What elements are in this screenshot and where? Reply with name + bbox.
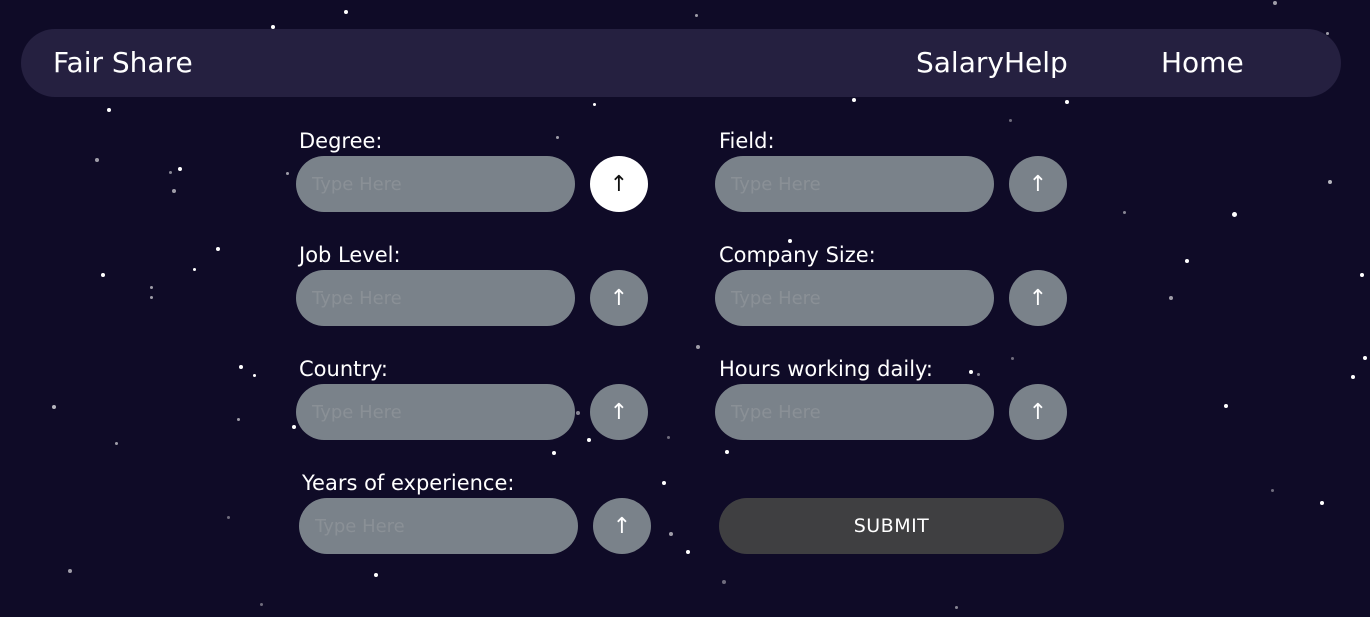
star-dot: [694, 13, 698, 17]
arrow-up-icon: ↑: [1028, 285, 1048, 311]
star-dot: [592, 102, 596, 106]
star-dot: [552, 451, 556, 455]
star-dot: [1273, 1, 1277, 5]
star-dot: [555, 135, 559, 139]
star-dot: [1363, 356, 1367, 360]
star-dot: [976, 372, 980, 376]
star-dot: [954, 605, 958, 609]
star-dot: [149, 285, 153, 289]
degree-input[interactable]: [296, 156, 575, 212]
star-dot: [1065, 100, 1069, 104]
star-dot: [1270, 488, 1274, 492]
star-dot: [686, 550, 690, 554]
star-dot: [226, 515, 230, 519]
experience-submit-button[interactable]: ↑: [593, 498, 651, 554]
arrow-up-icon: ↑: [1028, 171, 1048, 197]
brand-logo[interactable]: Fair Share: [53, 29, 193, 97]
star-dot: [292, 425, 296, 429]
star-dot: [107, 108, 111, 112]
star-dot: [178, 167, 182, 171]
star-dot: [374, 573, 378, 577]
star-dot: [852, 98, 856, 102]
country-submit-button[interactable]: ↑: [590, 384, 648, 440]
star-dot: [1224, 404, 1228, 408]
country-label: Country:: [299, 357, 388, 381]
navbar: Fair Share SalaryHelp Home: [21, 29, 1341, 97]
star-dot: [1360, 273, 1364, 277]
submit-button[interactable]: SUBMIT: [719, 498, 1064, 554]
arrow-up-icon: ↑: [609, 399, 629, 425]
star-dot: [1008, 118, 1012, 122]
star-dot: [285, 171, 289, 175]
star-dot: [725, 450, 729, 454]
star-dot: [216, 247, 220, 251]
degree-label: Degree:: [299, 129, 383, 153]
job-level-submit-button[interactable]: ↑: [590, 270, 648, 326]
star-dot: [666, 435, 670, 439]
job-level-label: Job Level:: [299, 243, 401, 267]
arrow-up-icon: ↑: [609, 171, 629, 197]
star-dot: [1231, 211, 1237, 217]
star-dot: [669, 532, 673, 536]
star-dot: [344, 10, 348, 14]
star-dot: [259, 602, 263, 606]
hours-working-daily-input[interactable]: [715, 384, 994, 440]
country-input[interactable]: [296, 384, 575, 440]
job-level-input[interactable]: [296, 270, 575, 326]
company-size-label: Company Size:: [719, 243, 876, 267]
nav-link-salaryhelp[interactable]: SalaryHelp: [916, 29, 1068, 97]
star-dot: [192, 267, 196, 271]
star-dot: [1010, 356, 1014, 360]
company-size-submit-button[interactable]: ↑: [1009, 270, 1067, 326]
star-dot: [52, 405, 56, 409]
star-dot: [239, 365, 243, 369]
field-label: Field:: [719, 129, 775, 153]
arrow-up-icon: ↑: [1028, 399, 1048, 425]
star-dot: [168, 170, 172, 174]
hours-submit-button[interactable]: ↑: [1009, 384, 1067, 440]
years-of-experience-label: Years of experience:: [302, 471, 515, 495]
star-dot: [1122, 210, 1126, 214]
star-dot: [114, 441, 118, 445]
star-dot: [587, 438, 591, 442]
star-dot: [95, 158, 99, 162]
star-dot: [1320, 501, 1324, 505]
arrow-up-icon: ↑: [612, 513, 632, 539]
star-dot: [1351, 375, 1355, 379]
star-dot: [101, 273, 105, 277]
star-dot: [1169, 296, 1173, 300]
degree-submit-button[interactable]: ↑: [590, 156, 648, 212]
hours-working-daily-label: Hours working daily:: [719, 357, 934, 381]
star-dot: [969, 370, 973, 374]
star-dot: [662, 481, 666, 485]
star-dot: [1328, 180, 1332, 184]
company-size-input[interactable]: [715, 270, 994, 326]
star-dot: [696, 345, 700, 349]
star-dot: [252, 373, 256, 377]
field-input[interactable]: [715, 156, 994, 212]
star-dot: [236, 417, 240, 421]
arrow-up-icon: ↑: [609, 285, 629, 311]
years-of-experience-input[interactable]: [299, 498, 578, 554]
star-dot: [1185, 259, 1189, 263]
field-submit-button[interactable]: ↑: [1009, 156, 1067, 212]
star-dot: [722, 580, 726, 584]
nav-link-home[interactable]: Home: [1161, 29, 1244, 97]
star-dot: [576, 411, 580, 415]
star-dot: [149, 295, 153, 299]
star-dot: [172, 189, 176, 193]
star-dot: [68, 569, 72, 573]
